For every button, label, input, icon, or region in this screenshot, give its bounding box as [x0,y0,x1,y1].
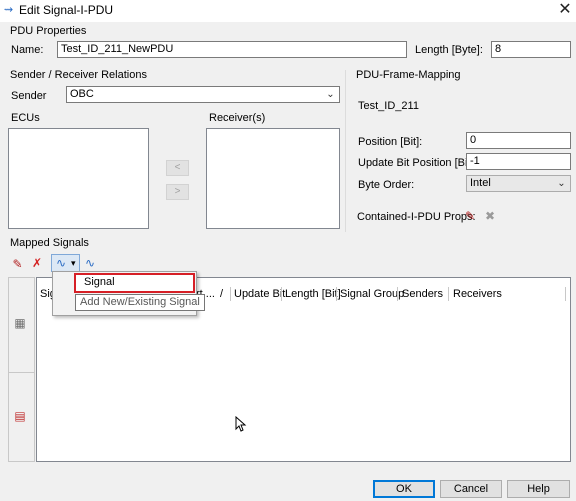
add-receiver-button[interactable]: < [166,160,189,176]
position-label: Position [Bit]: [358,136,423,148]
side-tab-strip [8,277,35,462]
frame-name: Test_ID_211 [358,100,419,112]
chevron-down-icon: ▾ [71,258,76,268]
add-signal-dropdown-button[interactable]: ∿ ▾ [51,254,80,272]
column-separator [281,287,282,301]
update-bit-position-label: Update Bit Position [Bit]: [358,157,477,169]
column-header-signal-group[interactable]: Signal Group [340,287,404,301]
column-header-separator-text: / [220,288,224,300]
close-icon[interactable]: ✕ [557,1,573,19]
delete-x-icon[interactable]: ✖ [484,209,496,223]
column-separator [230,287,231,301]
add-signal-tooltip: Add New/Existing Signal [75,294,205,311]
column-header-length[interactable]: Length [Bit] [285,287,341,301]
help-button[interactable]: Help [507,480,570,498]
update-bit-position-field[interactable]: -1 [466,153,571,170]
signal-arrow-icon: ⇝ [4,4,14,16]
frame-mapping-group-label: PDU-Frame-Mapping [356,69,461,81]
ecus-label: ECUs [11,112,40,124]
ecus-listbox[interactable] [8,128,149,229]
mouse-cursor-icon [235,415,247,432]
relations-group-label: Sender / Receiver Relations [10,69,147,81]
menu-item-signal[interactable]: Signal [74,273,195,293]
column-header-receivers[interactable]: Receivers [453,287,502,301]
sender-combobox[interactable]: OBC ⌄ [66,86,340,103]
column-separator [336,287,337,301]
byte-order-value: Intel [470,177,491,189]
name-label: Name: [11,44,44,56]
cancel-button[interactable]: Cancel [440,480,502,498]
chevron-down-icon[interactable]: ⌄ [556,177,567,190]
grid-view-icon[interactable]: ▦ [13,316,27,330]
column-header-senders[interactable]: Senders [402,287,443,301]
sender-label: Sender [11,90,47,102]
name-field[interactable]: Test_ID_211_NewPDU [57,41,407,58]
remove-receiver-button[interactable]: > [166,184,189,200]
sender-value: OBC [70,88,94,100]
contained-ipdu-props-label: Contained-I-PDU Props: [357,211,476,223]
signal-wave-icon[interactable]: ∿ [83,256,97,270]
byte-order-label: Byte Order: [358,179,415,191]
length-field[interactable]: 8 [491,41,571,58]
column-header-update-bit[interactable]: Update Bit [234,287,285,301]
window-title: Edit Signal-I-PDU [19,3,114,17]
edit-pencil-icon[interactable]: ✎ [11,257,24,271]
column-separator [448,287,449,301]
side-tab-divider [8,372,35,373]
column-separator [565,287,566,301]
mapped-signals-group-label: Mapped Signals [10,237,89,249]
receivers-listbox[interactable] [206,128,340,229]
ok-button[interactable]: OK [373,480,435,498]
signal-layout-icon[interactable]: ▤ [13,409,27,423]
column-separator [397,287,398,301]
chevron-down-icon[interactable]: ⌄ [325,88,336,101]
edit-pencil-icon[interactable]: ✎ [464,209,476,223]
receivers-label: Receiver(s) [209,112,266,124]
signal-wave-icon: ∿ [55,256,67,270]
delete-x-icon[interactable]: ✗ [30,256,44,271]
length-label: Length [Byte]: [415,44,483,56]
position-field[interactable]: 0 [466,132,571,149]
title-bar: ⇝ Edit Signal-I-PDU ✕ [0,0,576,22]
group-divider [345,70,346,232]
pdu-properties-group-label: PDU Properties [10,25,87,37]
byte-order-combobox[interactable]: Intel ⌄ [466,175,571,192]
